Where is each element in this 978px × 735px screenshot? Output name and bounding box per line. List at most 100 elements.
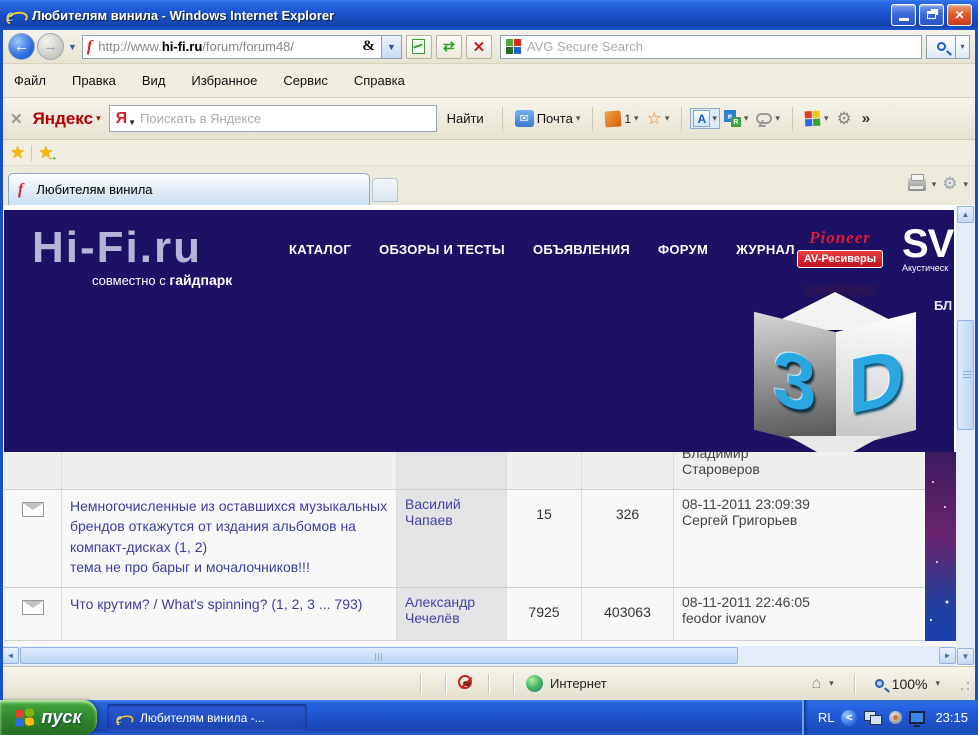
forward-button[interactable]: →: [37, 33, 64, 60]
sv-banner[interactable]: SV Акустическ: [902, 222, 953, 273]
close-button[interactable]: ✕: [947, 4, 972, 26]
topic-cell: Немногочисленные из оставшихся музыкальн…: [62, 490, 397, 587]
address-input[interactable]: f http://www.hi-fi.ru/forum/forum48/ &: [82, 35, 382, 59]
topic-author-link[interactable]: Александр Чечелёв: [405, 594, 475, 626]
back-button[interactable]: ←: [8, 33, 35, 60]
toolbar-separator: [792, 107, 793, 131]
print-icon[interactable]: [908, 178, 926, 191]
3d-cube-banner[interactable]: 3 D: [748, 292, 922, 464]
yandex-ya-dropdown-icon[interactable]: ▼: [128, 118, 136, 127]
spellcheck-button[interactable]: A ▾: [690, 108, 720, 129]
yandex-search-input[interactable]: [140, 111, 430, 126]
internet-zone-icon: [526, 675, 543, 692]
search-icon: [937, 42, 946, 51]
nav-forum[interactable]: ФОРУМ: [658, 242, 708, 257]
smartscreen-icon[interactable]: ⌂: [811, 675, 821, 693]
status-separator: [854, 674, 855, 694]
page-tools-gear-icon[interactable]: ⚙: [942, 174, 957, 194]
yandex-brand-dropdown-icon[interactable]: ▾: [96, 113, 101, 124]
nav-reviews[interactable]: ОБЗОРЫ И ТЕСТЫ: [379, 242, 505, 257]
nav-ads[interactable]: ОБЪЯВЛЕНИЯ: [533, 242, 630, 257]
url-path: /forum/forum48/: [202, 39, 294, 54]
last-post-author[interactable]: Сергей Григорьев: [682, 512, 917, 528]
system-tray: RL < 23:15: [802, 700, 978, 735]
toolbar-settings-button[interactable]: ⚙: [836, 109, 851, 129]
last-post-author[interactable]: feodor ivanov: [682, 610, 917, 626]
translate-button[interactable]: я R ▾: [724, 110, 749, 127]
yandex-brand[interactable]: Яндекс: [33, 109, 93, 129]
yandex-services-button[interactable]: ▾: [805, 111, 829, 127]
pioneer-banner[interactable]: Pioneer AV-Ресиверы: [797, 228, 883, 268]
menu-tools[interactable]: Сервис: [283, 73, 328, 88]
yandex-favorites-button[interactable]: ☆ ▾: [647, 109, 670, 129]
menu-help[interactable]: Справка: [354, 73, 405, 88]
resize-grip[interactable]: [956, 677, 970, 691]
toolbar-overflow-button[interactable]: »: [862, 110, 870, 127]
topic-link[interactable]: Что крутим? / What's spinning? (1, 2, 3 …: [70, 594, 388, 614]
add-favorite-button[interactable]: ★→: [38, 143, 53, 163]
toolbar-close-icon[interactable]: ✕: [10, 110, 23, 128]
history-dropdown-icon[interactable]: ▼: [68, 42, 77, 52]
vertical-scroll-thumb[interactable]: [957, 320, 974, 430]
horizontal-scrollbar[interactable]: ◄ ►: [2, 646, 956, 666]
start-label: пуск: [41, 707, 81, 728]
page-tools-dropdown-icon[interactable]: ▾: [963, 179, 968, 190]
scroll-up-button[interactable]: ▲: [957, 206, 974, 223]
compatibility-view-button[interactable]: [406, 35, 432, 59]
yandex-ya-icon: Я: [116, 110, 128, 128]
new-tab-button[interactable]: [372, 178, 398, 202]
tab-active[interactable]: f Любителям винила: [8, 173, 370, 205]
language-indicator[interactable]: RL: [818, 710, 835, 725]
stop-button[interactable]: ✕: [466, 35, 492, 59]
menu-view[interactable]: Вид: [142, 73, 166, 88]
nav-catalog[interactable]: КАТАЛОГ: [289, 242, 351, 257]
menu-edit[interactable]: Правка: [72, 73, 116, 88]
cube-d-glyph: D: [848, 329, 904, 432]
avg-search-input[interactable]: [527, 39, 916, 54]
restore-button[interactable]: [919, 4, 944, 26]
horizontal-scroll-thumb[interactable]: [20, 647, 738, 664]
privacy-blocked-icon[interactable]: [458, 675, 476, 693]
site-favicon: f: [87, 39, 92, 55]
scroll-down-button[interactable]: ▼: [957, 648, 974, 665]
last-post-author[interactable]: Староверов: [682, 461, 917, 477]
favorites-button[interactable]: ★: [10, 143, 25, 163]
background-sparkle-image: [925, 452, 956, 641]
display-tray-icon[interactable]: [909, 711, 925, 724]
search-provider-dropdown[interactable]: ▾: [956, 35, 970, 59]
speech-bubble-icon: [756, 113, 772, 124]
yandex-mail-button[interactable]: ✉ Почта ▾: [515, 110, 581, 127]
volume-tray-icon[interactable]: [889, 711, 902, 724]
address-dropdown-button[interactable]: ▼: [382, 35, 402, 59]
search-go-button[interactable]: [926, 35, 956, 59]
translate-icon-dst: R: [731, 117, 741, 127]
minimize-button[interactable]: [891, 4, 916, 26]
menu-file[interactable]: Файл: [14, 73, 46, 88]
site-logo[interactable]: Hi-Fi.ru: [32, 223, 202, 273]
clock[interactable]: 23:15: [935, 710, 968, 725]
topic-author-link[interactable]: Василий Чапаев: [405, 496, 461, 528]
nav-magazine[interactable]: ЖУРНАЛ: [736, 242, 795, 257]
zoom-icon[interactable]: [875, 679, 884, 688]
refresh-button[interactable]: ⇄: [436, 35, 462, 59]
last-post-author[interactable]: Владимир: [682, 452, 917, 461]
zoom-level[interactable]: 100%: [892, 676, 928, 692]
topic-link[interactable]: Немногочисленные из оставшихся музыкальн…: [70, 496, 388, 557]
vertical-scrollbar[interactable]: ▲ ▼: [956, 206, 976, 665]
taskbar-window-button[interactable]: e Любителям винила -...: [107, 704, 307, 731]
scroll-right-button[interactable]: ►: [939, 647, 956, 664]
sv-banner-label: Акустическ: [902, 263, 953, 273]
start-button[interactable]: пуск: [0, 700, 97, 735]
taskbar: пуск e Любителям винила -... RL < 23:15: [0, 700, 978, 735]
zoom-dropdown-icon[interactable]: ▾: [935, 678, 940, 689]
comments-button[interactable]: ▾: [756, 113, 780, 124]
hidden-icons-chevron[interactable]: <: [841, 710, 857, 726]
print-dropdown-icon[interactable]: ▾: [932, 179, 937, 190]
scroll-left-button[interactable]: ◄: [2, 647, 19, 664]
gear-icon: ⚙: [836, 109, 851, 129]
yandex-money-button[interactable]: 1 ▾: [605, 111, 638, 127]
smartscreen-dropdown-icon[interactable]: ▾: [829, 678, 834, 689]
network-tray-icon[interactable]: [864, 711, 882, 725]
menu-favorites[interactable]: Избранное: [191, 73, 257, 88]
yandex-find-button[interactable]: Найти: [447, 111, 484, 126]
